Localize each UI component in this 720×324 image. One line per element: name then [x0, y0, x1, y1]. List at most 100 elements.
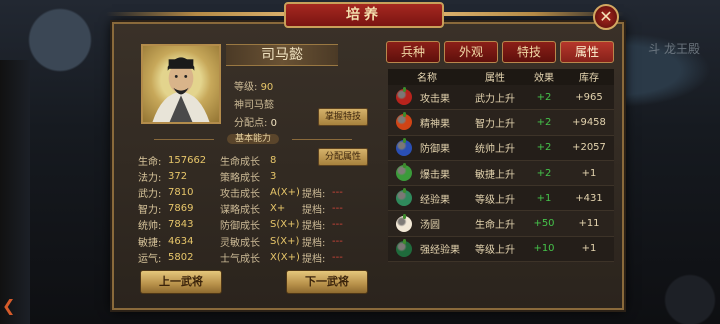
window-title: 培养: [284, 2, 444, 28]
stat-row-luck: 运气: 5802 士气成长 X(X+) 提档: ---: [138, 249, 370, 265]
close-icon: ✕: [599, 7, 613, 26]
basic-ability-label: 基本能力: [226, 134, 279, 144]
tab-troop-type[interactable]: 兵种: [386, 41, 440, 63]
prev-general-button[interactable]: 上一武将: [140, 270, 222, 294]
stat-value: 4634: [168, 235, 194, 247]
item-name: 精神果: [420, 118, 450, 130]
boost-label: 提档:: [302, 253, 326, 265]
background-left-strip: [0, 60, 30, 324]
table-header: 名称 属性 效果 库存: [388, 69, 614, 85]
stat-label: 生命:: [138, 156, 162, 168]
item-name: 攻击果: [420, 93, 450, 105]
stat-row-intelligence: 智力: 7869 谋略成长 X+ 提档: ---: [138, 201, 370, 217]
defense-fruit-icon: [396, 137, 412, 156]
stat-value: 157662: [168, 154, 207, 166]
item-name: 汤圆: [420, 220, 440, 232]
stat-row-hp: 生命: 157662 生命成长 8: [138, 152, 370, 168]
item-stock: +11: [578, 218, 600, 230]
growth-value: 3: [270, 170, 277, 182]
table-row[interactable]: 攻击果 武力上升 +2 +965: [388, 85, 614, 111]
stat-label: 敏捷:: [138, 237, 162, 249]
item-stock: +9458: [572, 116, 606, 128]
item-name-cell: 攻击果: [388, 87, 466, 106]
growth-value: X+: [270, 203, 286, 215]
master-skill-button[interactable]: 掌握特技: [318, 108, 368, 126]
item-effect: +1: [536, 192, 552, 204]
exp-fruit-icon: [396, 188, 412, 207]
table-row[interactable]: 爆击果 敏捷上升 +2 +1: [388, 160, 614, 187]
growth-label: 生命成长: [220, 156, 260, 168]
points-value: 0: [270, 118, 277, 129]
stat-label: 武力:: [138, 188, 162, 200]
item-name: 爆击果: [420, 169, 450, 181]
spirit-fruit-icon: [396, 112, 412, 131]
item-attribute: 智力上升: [475, 118, 515, 130]
item-stock: +1: [581, 243, 597, 255]
crit-fruit-icon: [396, 163, 412, 182]
boost-label: 提档:: [302, 188, 326, 200]
fruit-table: 名称 属性 效果 库存 攻击果 武力上升 +2 +965 精神果 智力上升 +2 +9458 防…: [388, 69, 614, 263]
item-effect: +2: [536, 116, 552, 128]
item-name: 防御果: [420, 144, 450, 156]
item-attribute: 武力上升: [475, 93, 515, 105]
attack-fruit-icon: [396, 87, 412, 106]
boost-value: ---: [332, 235, 343, 247]
growth-value: S(X+): [270, 219, 300, 231]
next-general-button[interactable]: 下一武将: [286, 270, 368, 294]
points-line: 分配点: 0: [234, 114, 277, 129]
item-stock: +431: [575, 192, 603, 204]
close-button[interactable]: ✕: [593, 4, 619, 30]
level-label: 等级:: [234, 82, 258, 93]
level-value: 90: [260, 82, 274, 93]
boost-value: ---: [332, 251, 343, 263]
general-title: 神司马懿: [234, 100, 274, 111]
growth-label: 攻击成长: [220, 188, 260, 200]
table-row[interactable]: 强经验果 等级上升 +10 +1: [388, 236, 614, 263]
tab-special-skill[interactable]: 特技: [502, 41, 556, 63]
table-row[interactable]: 汤圆 生命上升 +50 +11: [388, 211, 614, 237]
item-effect: +50: [533, 218, 555, 230]
item-attribute: 等级上升: [475, 194, 515, 206]
growth-value: A(X+): [270, 186, 300, 198]
stat-label: 运气:: [138, 253, 162, 265]
item-effect: +10: [533, 243, 555, 255]
stat-row-force: 武力: 7810 攻击成长 A(X+) 提档: ---: [138, 184, 370, 200]
stat-value: 7810: [168, 186, 194, 198]
stat-row-mp: 法力: 372 策略成长 3: [138, 168, 370, 184]
item-attribute: 统帅上升: [475, 144, 515, 156]
item-attribute: 生命上升: [475, 220, 515, 232]
stat-value: 5802: [168, 251, 194, 263]
col-header-stock: 库存: [579, 73, 599, 84]
growth-value: 8: [270, 154, 277, 166]
title-ornament-left: [106, 12, 286, 16]
portrait-image: [152, 57, 210, 122]
growth-label: 谋略成长: [220, 205, 260, 217]
stat-label: 统帅:: [138, 221, 162, 233]
item-name: 经验果: [420, 194, 450, 206]
item-effect: +2: [536, 142, 552, 154]
item-attribute: 敏捷上升: [475, 169, 515, 181]
tab-attributes[interactable]: 属性: [560, 41, 614, 63]
stat-label: 智力:: [138, 205, 162, 217]
boost-label: 提档:: [302, 237, 326, 249]
points-label: 分配点:: [234, 118, 268, 129]
table-row[interactable]: 经验果 等级上升 +1 +431: [388, 186, 614, 212]
stat-row-agility: 敏捷: 4634 灵敏成长 S(X+) 提档: ---: [138, 233, 370, 249]
boost-label: 提档:: [302, 221, 326, 233]
tab-appearance[interactable]: 外观: [444, 41, 498, 63]
col-header-attribute: 属性: [485, 73, 505, 84]
boost-label: 提档:: [302, 205, 326, 217]
table-row[interactable]: 防御果 统帅上升 +2 +2057: [388, 135, 614, 161]
table-row[interactable]: 精神果 智力上升 +2 +9458: [388, 110, 614, 136]
stat-row-command: 统帅: 7843 防御成长 S(X+) 提档: ---: [138, 217, 370, 233]
strong-exp-fruit-icon: [396, 238, 412, 257]
growth-label: 士气成长: [220, 253, 260, 265]
return-arrow-icon[interactable]: ❮: [2, 296, 15, 315]
item-name: 强经验果: [420, 245, 460, 257]
item-name-cell: 汤圆: [388, 213, 466, 232]
item-effect: +2: [536, 91, 552, 103]
boost-value: ---: [332, 203, 343, 215]
growth-label: 防御成长: [220, 221, 260, 233]
item-name-cell: 强经验果: [388, 238, 466, 257]
col-header-name: 名称: [417, 73, 437, 84]
